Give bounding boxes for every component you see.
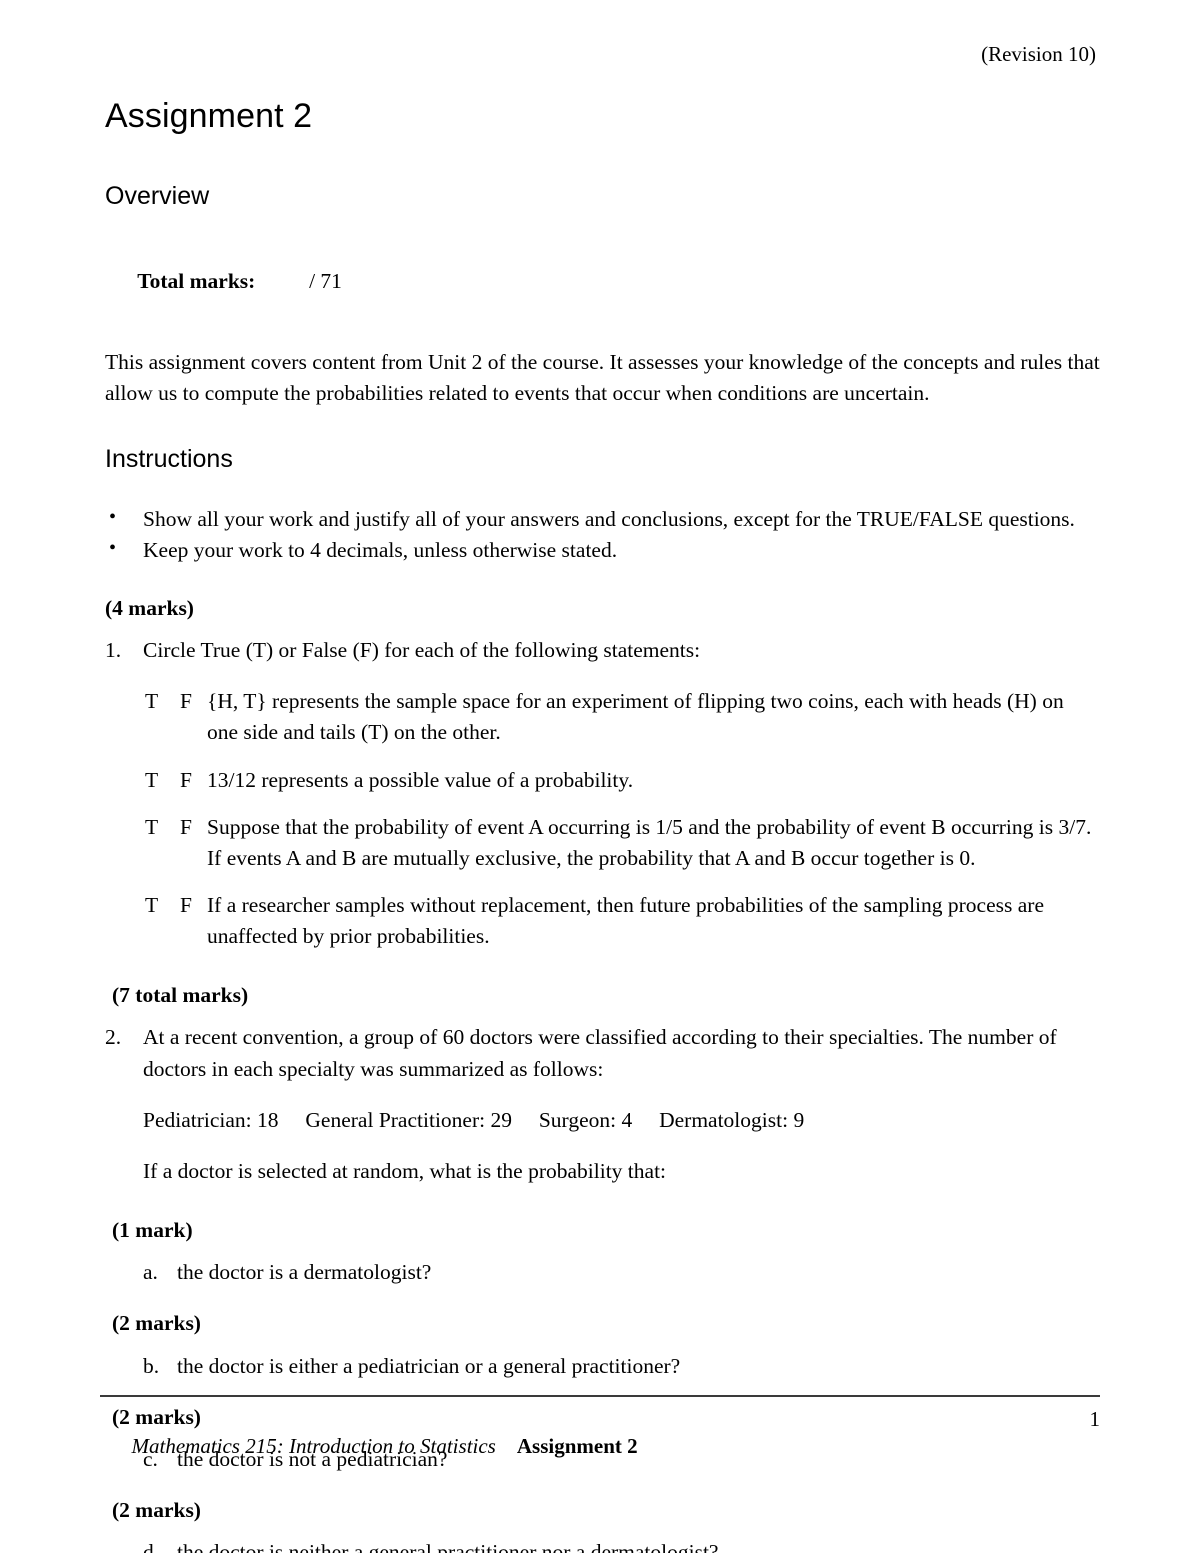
true-false-row: T F 13/12 represents a possible value of… xyxy=(105,765,1100,796)
instructions-list: • Show all your work and justify all of … xyxy=(105,504,1100,566)
true-option[interactable]: T xyxy=(145,812,158,843)
total-marks-row: Total marks: / 71 xyxy=(105,238,1100,325)
false-option[interactable]: F xyxy=(180,765,192,796)
true-option[interactable]: T xyxy=(145,686,158,717)
sub-question-text: the doctor is neither a general practiti… xyxy=(177,1540,719,1553)
marks-label-q2a: (1 mark) xyxy=(112,1218,193,1243)
statement-text: {H, T} represents the sample space for a… xyxy=(207,689,1064,745)
specialties-line: Pediatrician: 18 General Practitioner: 2… xyxy=(143,1107,805,1132)
true-false-row: T F Suppose that the probability of even… xyxy=(105,812,1100,874)
marks-label-q2b: (2 marks) xyxy=(112,1311,201,1336)
true-false-row: T F If a researcher samples without repl… xyxy=(105,890,1100,952)
list-item: • Keep your work to 4 decimals, unless o… xyxy=(105,535,1100,566)
question-2d: d. the doctor is neither a general pract… xyxy=(105,1537,1100,1553)
marks-label-q2: (7 total marks) xyxy=(112,983,249,1008)
footer-divider xyxy=(100,1394,1100,1397)
false-option[interactable]: F xyxy=(180,890,192,921)
true-option[interactable]: T xyxy=(145,890,158,921)
list-item-label: Show all your work and justify all of yo… xyxy=(143,506,1075,531)
list-item-label: Keep your work to 4 decimals, unless oth… xyxy=(143,538,618,563)
list-item: • Show all your work and justify all of … xyxy=(105,504,1100,535)
bullet-icon: • xyxy=(109,505,117,528)
sub-question-letter: b. xyxy=(143,1353,160,1378)
document-content: Assignment 2 Overview Total marks: / 71 … xyxy=(105,95,1100,1553)
false-option[interactable]: F xyxy=(180,812,192,843)
footer-page-number: 1 xyxy=(1089,1406,1101,1431)
question-2b: b. the doctor is either a pediatrician o… xyxy=(105,1351,1100,1382)
statement-text: Suppose that the probability of event A … xyxy=(207,814,1092,870)
statement-text: 13/12 represents a possible value of a p… xyxy=(207,767,634,792)
sub-question-letter: a. xyxy=(143,1260,158,1285)
question-2-followup: If a doctor is selected at random, what … xyxy=(143,1159,667,1183)
footer-row: Mathematics 215: Introduction to Statist… xyxy=(100,1406,1101,1515)
sub-question-letter: d. xyxy=(143,1540,160,1553)
page-footer: Mathematics 215: Introduction to Statist… xyxy=(100,1394,1101,1515)
question-1: 1. Circle True (T) or False (F) for each… xyxy=(105,635,1100,666)
sub-question-text: the doctor is either a pediatrician or a… xyxy=(177,1353,681,1378)
footer-course-title: Mathematics 215: Introduction to Statist… xyxy=(131,1434,496,1459)
overview-paragraph: This assignment covers content from Unit… xyxy=(105,350,1100,406)
question-number: 1. xyxy=(105,638,122,663)
total-marks-value: / 71 xyxy=(309,269,342,294)
true-false-row: T F {H, T} represents the sample space f… xyxy=(105,686,1100,748)
question-2a: a. the doctor is a dermatologist? xyxy=(105,1257,1100,1288)
question-text: Circle True (T) or False (F) for each of… xyxy=(143,638,701,663)
question-number: 2. xyxy=(105,1025,122,1050)
question-text: At a recent convention, a group of 60 do… xyxy=(143,1025,1057,1081)
sub-question-text: the doctor is a dermatologist? xyxy=(177,1260,432,1285)
revision-label: (Revision 10) xyxy=(981,42,1096,66)
overview-heading: Overview xyxy=(105,181,210,210)
page-title: Assignment 2 xyxy=(105,97,313,135)
total-marks-label: Total marks: xyxy=(137,269,256,294)
marks-label-q1: (4 marks) xyxy=(105,595,194,620)
bullet-icon: • xyxy=(109,537,117,560)
statement-text: If a researcher samples without replacem… xyxy=(207,893,1044,949)
instructions-heading: Instructions xyxy=(105,445,233,474)
footer-assignment-label: Assignment 2 xyxy=(516,1434,638,1459)
false-option[interactable]: F xyxy=(180,686,192,717)
question-2: 2. At a recent convention, a group of 60… xyxy=(105,1022,1100,1084)
true-option[interactable]: T xyxy=(145,765,158,796)
document-page: (Revision 10) Assignment 2 Overview Tota… xyxy=(0,0,1200,1553)
